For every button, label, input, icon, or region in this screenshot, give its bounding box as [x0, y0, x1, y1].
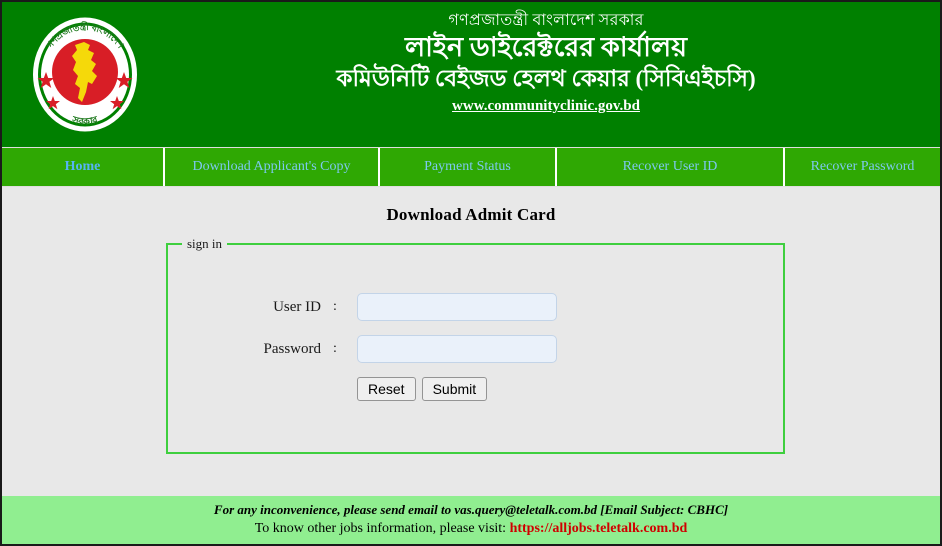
nav-item-recover-password[interactable]: Recover Password	[785, 148, 940, 186]
user-id-colon: :	[333, 299, 337, 314]
office-title-line: লাইন ডাইরেক্টরের কার্যালয়	[404, 32, 688, 62]
website-link[interactable]: www.communityclinic.gov.bd	[452, 98, 640, 115]
site-footer: For any inconvenience, please send email…	[2, 496, 940, 544]
bangladesh-government-emblem-icon: গণপ্রজাতন্ত্রী বাংলাদেশ সরকার	[28, 14, 142, 135]
footer-jobs-prefix: To know other jobs information, please v…	[254, 521, 510, 536]
site-header: গণপ্রজাতন্ত্রী বাংলাদেশ সরকার গণপ্রজাতন্…	[2, 2, 940, 147]
footer-support-text: For any inconvenience, please send email…	[213, 502, 729, 517]
nav-item-recover-user-id[interactable]: Recover User ID	[557, 148, 785, 186]
submit-button[interactable]: Submit	[421, 377, 488, 401]
header-text-block: গণপ্রজাতন্ত্রী বাংলাদেশ সরকার লাইন ডাইরে…	[152, 10, 940, 115]
page-root: গণপ্রজাতন্ত্রী বাংলাদেশ সরকার গণপ্রজাতন্…	[0, 0, 942, 546]
nav-item-payment-status[interactable]: Payment Status	[380, 148, 557, 186]
nav-item-home[interactable]: Home	[2, 148, 165, 186]
sign-in-fieldset: sign in User ID : Password : Reset Submi…	[166, 236, 785, 454]
government-line: গণপ্রজাতন্ত্রী বাংলাদেশ সরকার	[448, 12, 644, 29]
password-input[interactable]	[357, 335, 557, 363]
nav-item-download-applicants-copy[interactable]: Download Applicant's Copy	[165, 148, 380, 186]
password-label: Password	[263, 340, 321, 357]
cbhc-title-line: কমিউনিটি বেইজড হেলথ কেয়ার (সিবিএইচসি)	[336, 66, 756, 91]
password-row: Password :	[168, 335, 783, 363]
password-colon: :	[333, 341, 337, 356]
login-form: User ID : Password : Reset Submit	[168, 293, 783, 401]
main-navigation: Home Download Applicant's Copy Payment S…	[2, 147, 940, 187]
form-buttons: Reset Submit	[357, 377, 783, 401]
page-title: Download Admit Card	[386, 205, 556, 224]
user-id-row: User ID :	[168, 293, 783, 321]
alljobs-link[interactable]: https://alljobs.teletalk.com.bd	[510, 521, 688, 536]
user-id-input[interactable]	[357, 293, 557, 321]
sign-in-legend: sign in	[182, 236, 228, 252]
footer-jobs-line: To know other jobs information, please v…	[2, 519, 940, 539]
main-content: Download Admit Card sign in User ID : Pa…	[2, 187, 940, 500]
reset-button[interactable]: Reset	[357, 377, 416, 401]
user-id-label: User ID	[273, 298, 321, 315]
